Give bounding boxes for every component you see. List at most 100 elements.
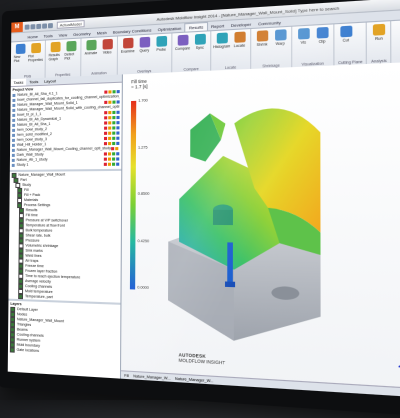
ribbon-button-label: Vis [301,40,306,45]
ribbon-button-label: Histogram [213,44,230,49]
ribbon-button-label: New Plot [14,55,27,64]
new-plot-button[interactable]: New Plot [14,44,27,64]
plot-properties-button[interactable]: Plot Properties [29,43,42,63]
ribbon-tab-report[interactable]: Report [208,22,228,31]
study-item[interactable]: Study 1 [12,162,119,168]
shrink-button[interactable]: Shrink [255,30,270,47]
study-name: Study 1 [17,163,29,168]
model-viewport[interactable]: Fill time = 1.7 [s] 1.7001.2750.85000.42… [121,61,400,397]
study-icon [12,154,15,157]
redo-icon[interactable] [48,23,53,28]
ribbon-tab-mesh[interactable]: Mesh [94,29,110,37]
ribbon-group-buttons: Results GraphDetect Plot [49,41,78,62]
study-icon [12,149,15,152]
ribbon-tab-community[interactable]: Community [255,18,285,27]
ribbon-button-label: Locate [234,43,245,48]
status-badge-icon [116,116,119,119]
panel-tab-tools[interactable]: Tools [26,78,41,86]
status-badge-icon [111,147,114,150]
left-panel: TasksToolsLayout Project View Nature_Bl_… [8,74,123,378]
status-badge-icon [108,101,111,104]
ribbon-button-label: Animate [85,51,98,56]
panel-tab-layout[interactable]: Layout [41,77,59,85]
query-icon [139,37,150,48]
status-badge-icon [116,163,119,166]
app-menu-button[interactable]: M [11,22,23,33]
status-badge-icon [116,137,119,140]
monitor-bezel: M ActualModel Autodesk Moldflow Insight … [0,0,400,418]
ribbon-tab-geometry[interactable]: Geometry [70,30,94,38]
status-badge-icon [116,111,119,114]
open-icon[interactable] [30,24,35,29]
study-icon [12,129,15,132]
part-model-3d[interactable] [157,77,326,345]
study-icon [12,164,15,167]
ribbon-tab-tools[interactable]: Tools [41,32,56,40]
viewport-tab[interactable]: Fill [124,373,129,378]
cut-icon [340,26,352,38]
study-list: Project View Nature_Bl_All_Sha_4.1_1bowl… [10,83,122,169]
save-icon[interactable] [36,23,41,28]
run-button[interactable]: Run [371,24,387,42]
cut-button[interactable]: Cut [338,26,354,43]
compare-button[interactable]: Compare [176,35,190,52]
study-icon [12,144,15,147]
ribbon-group: Histogram LocateLocate [211,29,251,72]
status-badge-icon [112,126,115,129]
vis-button[interactable]: Vis [296,28,311,45]
ribbon-tab-developer[interactable]: Developer [228,20,255,29]
status-badge-icon [112,163,115,166]
viewport-tab[interactable]: Nature_Manager_W... [133,374,170,381]
status-badge-icon [104,90,107,93]
video-button[interactable]: Video [101,39,114,55]
histogram-icon [216,33,227,44]
clip-icon [316,27,328,39]
status-badge-icon [104,142,107,145]
detect-plot-button[interactable]: Detect Plot [64,41,77,61]
results-graph-button[interactable]: Results Graph [49,42,62,62]
ribbon-group-buttons: Vis Clip [296,27,330,45]
status-badge-icon [104,152,107,155]
application-window: M ActualModel Autodesk Moldflow Insight … [8,0,400,398]
ribbon-button-label: Clip [319,39,326,44]
undo-icon[interactable] [42,23,47,28]
document-name-field[interactable]: ActualModel [57,20,85,29]
sync-button[interactable]: Sync [193,34,207,51]
status-badge-icon [104,137,107,140]
legend-tick-label: 0.0000 [137,285,149,290]
examine-button[interactable]: Examine [121,38,135,54]
status-badge-icon [112,121,115,124]
run-icon [373,24,385,36]
probe-button[interactable]: Probe [154,36,168,52]
clip-button[interactable]: Clip [314,27,329,44]
ribbon-group: CompareSyncCompare [172,31,211,73]
ribbon-tab-view[interactable]: View [56,31,70,39]
warp-icon [274,29,285,40]
histogram-button[interactable]: Histogram [215,32,229,49]
vis-icon [298,28,310,40]
viewport-tab-bar: Fill Nature_Manager_W... Nature_Manager_W.… [121,370,400,398]
study-status-badges [104,163,119,166]
plot-properties-icon [31,43,41,54]
viewport-tab[interactable]: Nature_Manager_W... [175,376,214,383]
layer-checkbox[interactable] [10,347,15,352]
ribbon-group-buttons: Histogram Locate [215,31,247,49]
panel-tab-tasks[interactable]: Tasks [11,79,27,87]
runner-gate [225,281,235,287]
new-plot-icon [15,44,25,54]
animate-button[interactable]: Animate [84,40,97,56]
study-status-badges [104,152,119,155]
locate-button[interactable]: Locate [232,31,247,48]
ribbon-button-label: Cut [343,38,349,43]
layers-panel: Layers Default LayerNodesNature_Manager_… [8,299,121,360]
warp-button[interactable]: Warp [273,29,288,46]
new-icon[interactable] [25,24,30,29]
ribbon-tab-results[interactable]: Results [185,22,208,32]
status-badge-icon [108,121,111,124]
status-badge-icon [116,131,119,134]
legend-unit: = 1.7 [s] [131,84,147,90]
ribbon-group: RunAnalysis [367,21,392,65]
axis-triad-icon[interactable] [394,349,400,373]
query-button[interactable]: Query [138,37,152,53]
ribbon-tab-home[interactable]: Home [25,33,41,41]
